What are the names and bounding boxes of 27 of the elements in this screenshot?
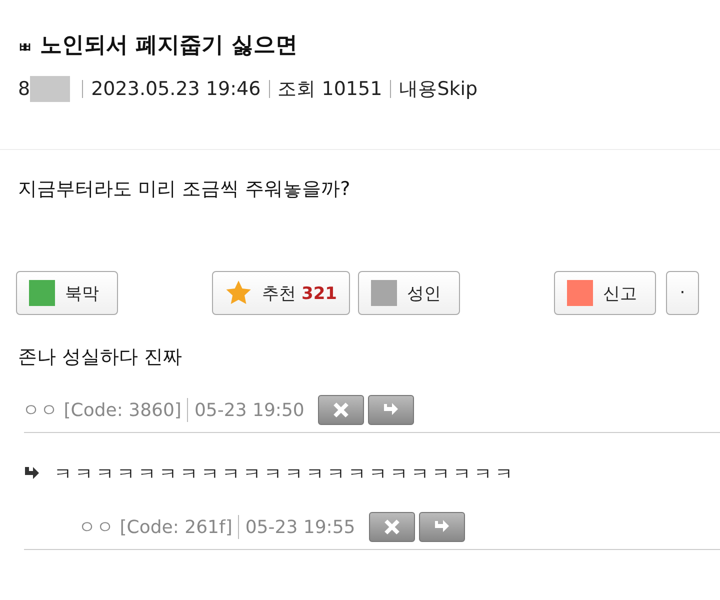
delete-button[interactable] bbox=[318, 395, 364, 425]
action-button[interactable]: 추천 321 bbox=[212, 271, 350, 315]
comment-time: 05-23 19:50 bbox=[194, 400, 304, 420]
reply-button[interactable] bbox=[419, 512, 466, 542]
close-icon bbox=[331, 400, 352, 420]
post-date: 2023.05.23 19:46 bbox=[91, 78, 261, 100]
reply-button[interactable] bbox=[368, 395, 414, 425]
post-title: 노인되서 폐지줍기 싫으면 bbox=[40, 32, 298, 60]
skip-link[interactable]: 내용Skip bbox=[399, 76, 478, 102]
close-icon bbox=[382, 517, 402, 537]
view-count: 조회 10151 bbox=[278, 77, 382, 102]
post-body: 지금부터라도 미리 조금씩 주워놓을까? bbox=[17, 177, 352, 202]
delete-button[interactable] bbox=[369, 512, 416, 542]
reply-text: ㅋㅋㅋㅋㅋㅋㅋㅋㅋㅋㅋㅋㅋㅋㅋㅋㅋㅋㅋㅋㅋㅋ bbox=[54, 463, 516, 486]
comment-code: [Code: 261f] bbox=[120, 516, 232, 538]
action-button[interactable]: 신고 bbox=[554, 271, 656, 315]
category-label: ㅃ bbox=[18, 39, 32, 57]
action-button[interactable]: 성인 bbox=[358, 271, 460, 315]
nickname: ㅇㅇ bbox=[78, 516, 114, 539]
author-name: 8 bbox=[18, 78, 30, 100]
more-button[interactable]: · bbox=[666, 271, 699, 315]
action-button[interactable]: 북막 bbox=[16, 271, 118, 315]
nickname: ㅇㅇ bbox=[22, 399, 58, 422]
comment-code: [Code: 3860] bbox=[64, 400, 182, 420]
redaction-block bbox=[30, 76, 70, 102]
comment-text: 존나 성실하다 진짜 bbox=[18, 345, 184, 370]
comment-time: 05-23 19:55 bbox=[245, 516, 356, 538]
